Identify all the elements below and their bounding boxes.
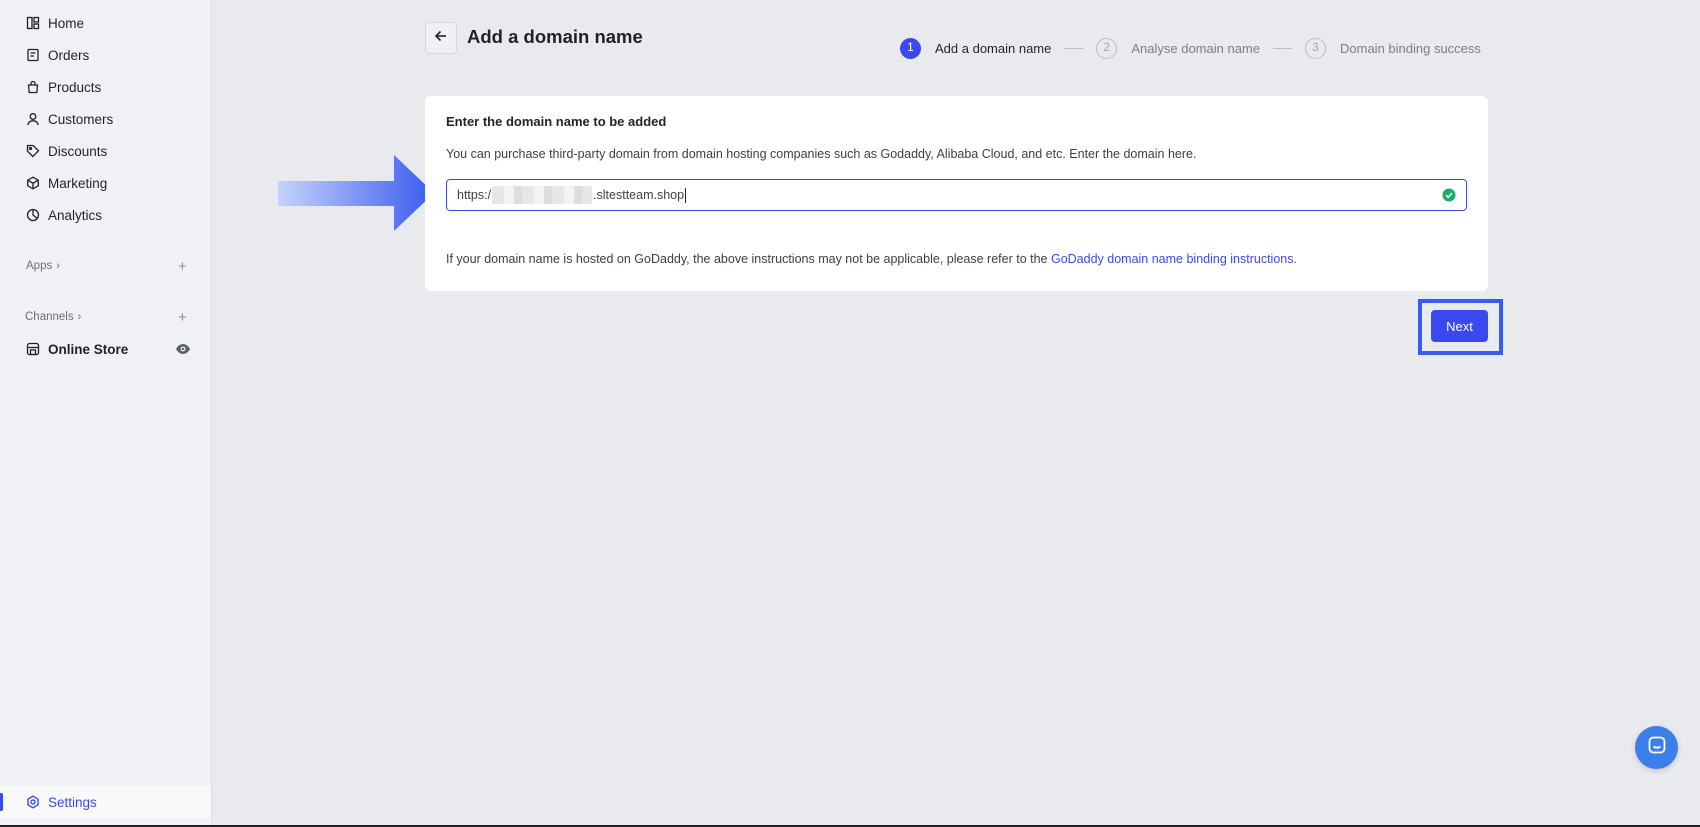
- domain-suffix: .sltestteam.shop: [593, 188, 685, 202]
- step-3-indicator: 3: [1305, 37, 1326, 59]
- card-description: You can purchase third-party domain from…: [446, 147, 1197, 161]
- sidebar-item-orders[interactable]: Orders: [26, 44, 89, 66]
- sidebar-item-home[interactable]: Home: [26, 12, 84, 34]
- arrow-left-icon: [433, 28, 449, 49]
- domain-input[interactable]: https:/ .sltestteam.shop: [446, 179, 1467, 211]
- domain-card: Enter the domain name to be added You ca…: [425, 96, 1488, 291]
- sidebar-item-label: Analytics: [48, 207, 103, 223]
- orders-icon: [26, 48, 40, 62]
- home-icon: [26, 16, 40, 30]
- sidebar-item-customers[interactable]: Customers: [26, 108, 113, 130]
- apps-section-toggle[interactable]: Apps ›: [26, 260, 60, 272]
- active-indicator: [0, 793, 3, 811]
- sidebar-item-label: Customers: [48, 111, 114, 127]
- text-caret: [685, 187, 687, 203]
- chevron-right-icon: ›: [56, 260, 60, 272]
- apps-label: Apps: [26, 260, 53, 272]
- store-icon: [26, 342, 40, 356]
- eye-icon[interactable]: [175, 342, 191, 356]
- note-text: If your domain name is hosted on GoDaddy…: [446, 252, 1051, 266]
- page-title: Add a domain name: [467, 26, 643, 47]
- sidebar-item-label: Marketing: [48, 175, 108, 191]
- channels-section-toggle[interactable]: Channels ›: [25, 311, 81, 323]
- channels-label: Channels: [25, 311, 74, 323]
- analytics-icon: [26, 208, 40, 222]
- back-button[interactable]: [425, 22, 457, 54]
- sidebar-item-label: Discounts: [48, 143, 108, 159]
- redacted-subdomain: [492, 186, 593, 204]
- step-3-label: Domain binding success: [1340, 40, 1481, 56]
- stepper: 1 Add a domain name 2 Analyse domain nam…: [900, 37, 1481, 59]
- sidebar-item-label: Home: [48, 15, 85, 31]
- godaddy-instructions-link[interactable]: GoDaddy domain name binding instructions…: [1051, 252, 1297, 266]
- step-1-indicator: 1: [900, 37, 921, 59]
- check-circle-icon: [1442, 188, 1456, 202]
- step-connector: [1273, 47, 1292, 49]
- sidebar-item-label: Products: [48, 79, 102, 95]
- chat-icon: [1647, 735, 1667, 760]
- marketing-icon: [26, 176, 40, 190]
- customers-icon: [26, 112, 40, 126]
- godaddy-note: If your domain name is hosted on GoDaddy…: [446, 252, 1297, 266]
- sidebar-item-label: Orders: [48, 47, 90, 63]
- discounts-icon: [26, 144, 40, 158]
- sidebar-item-marketing[interactable]: Marketing: [26, 172, 107, 194]
- products-icon: [26, 80, 40, 94]
- step-2-indicator: 2: [1096, 37, 1118, 59]
- sidebar: Home Orders Products Customers Discounts…: [0, 0, 212, 827]
- add-app-plus-icon[interactable]: +: [178, 259, 187, 274]
- settings-label: Settings: [48, 794, 97, 810]
- sidebar-item-discounts[interactable]: Discounts: [26, 140, 107, 162]
- step-2-label: Analyse domain name: [1131, 40, 1260, 56]
- step-connector: [1064, 47, 1084, 49]
- sidebar-item-products[interactable]: Products: [26, 76, 101, 98]
- chat-support-button[interactable]: [1635, 726, 1678, 769]
- card-title: Enter the domain name to be added: [446, 114, 667, 129]
- domain-prefix: https:/: [457, 188, 492, 202]
- arrow-right-annotation-icon: [278, 155, 434, 231]
- add-channel-plus-icon[interactable]: +: [178, 310, 187, 325]
- chevron-right-icon: ›: [77, 311, 82, 323]
- next-button[interactable]: Next: [1431, 310, 1488, 342]
- online-store-label: Online Store: [48, 341, 129, 357]
- settings-icon: [26, 795, 40, 809]
- sidebar-item-online-store[interactable]: Online Store: [26, 338, 128, 360]
- sidebar-item-analytics[interactable]: Analytics: [26, 204, 102, 226]
- step-1-label: Add a domain name: [935, 40, 1052, 56]
- sidebar-item-settings[interactable]: Settings: [0, 786, 211, 818]
